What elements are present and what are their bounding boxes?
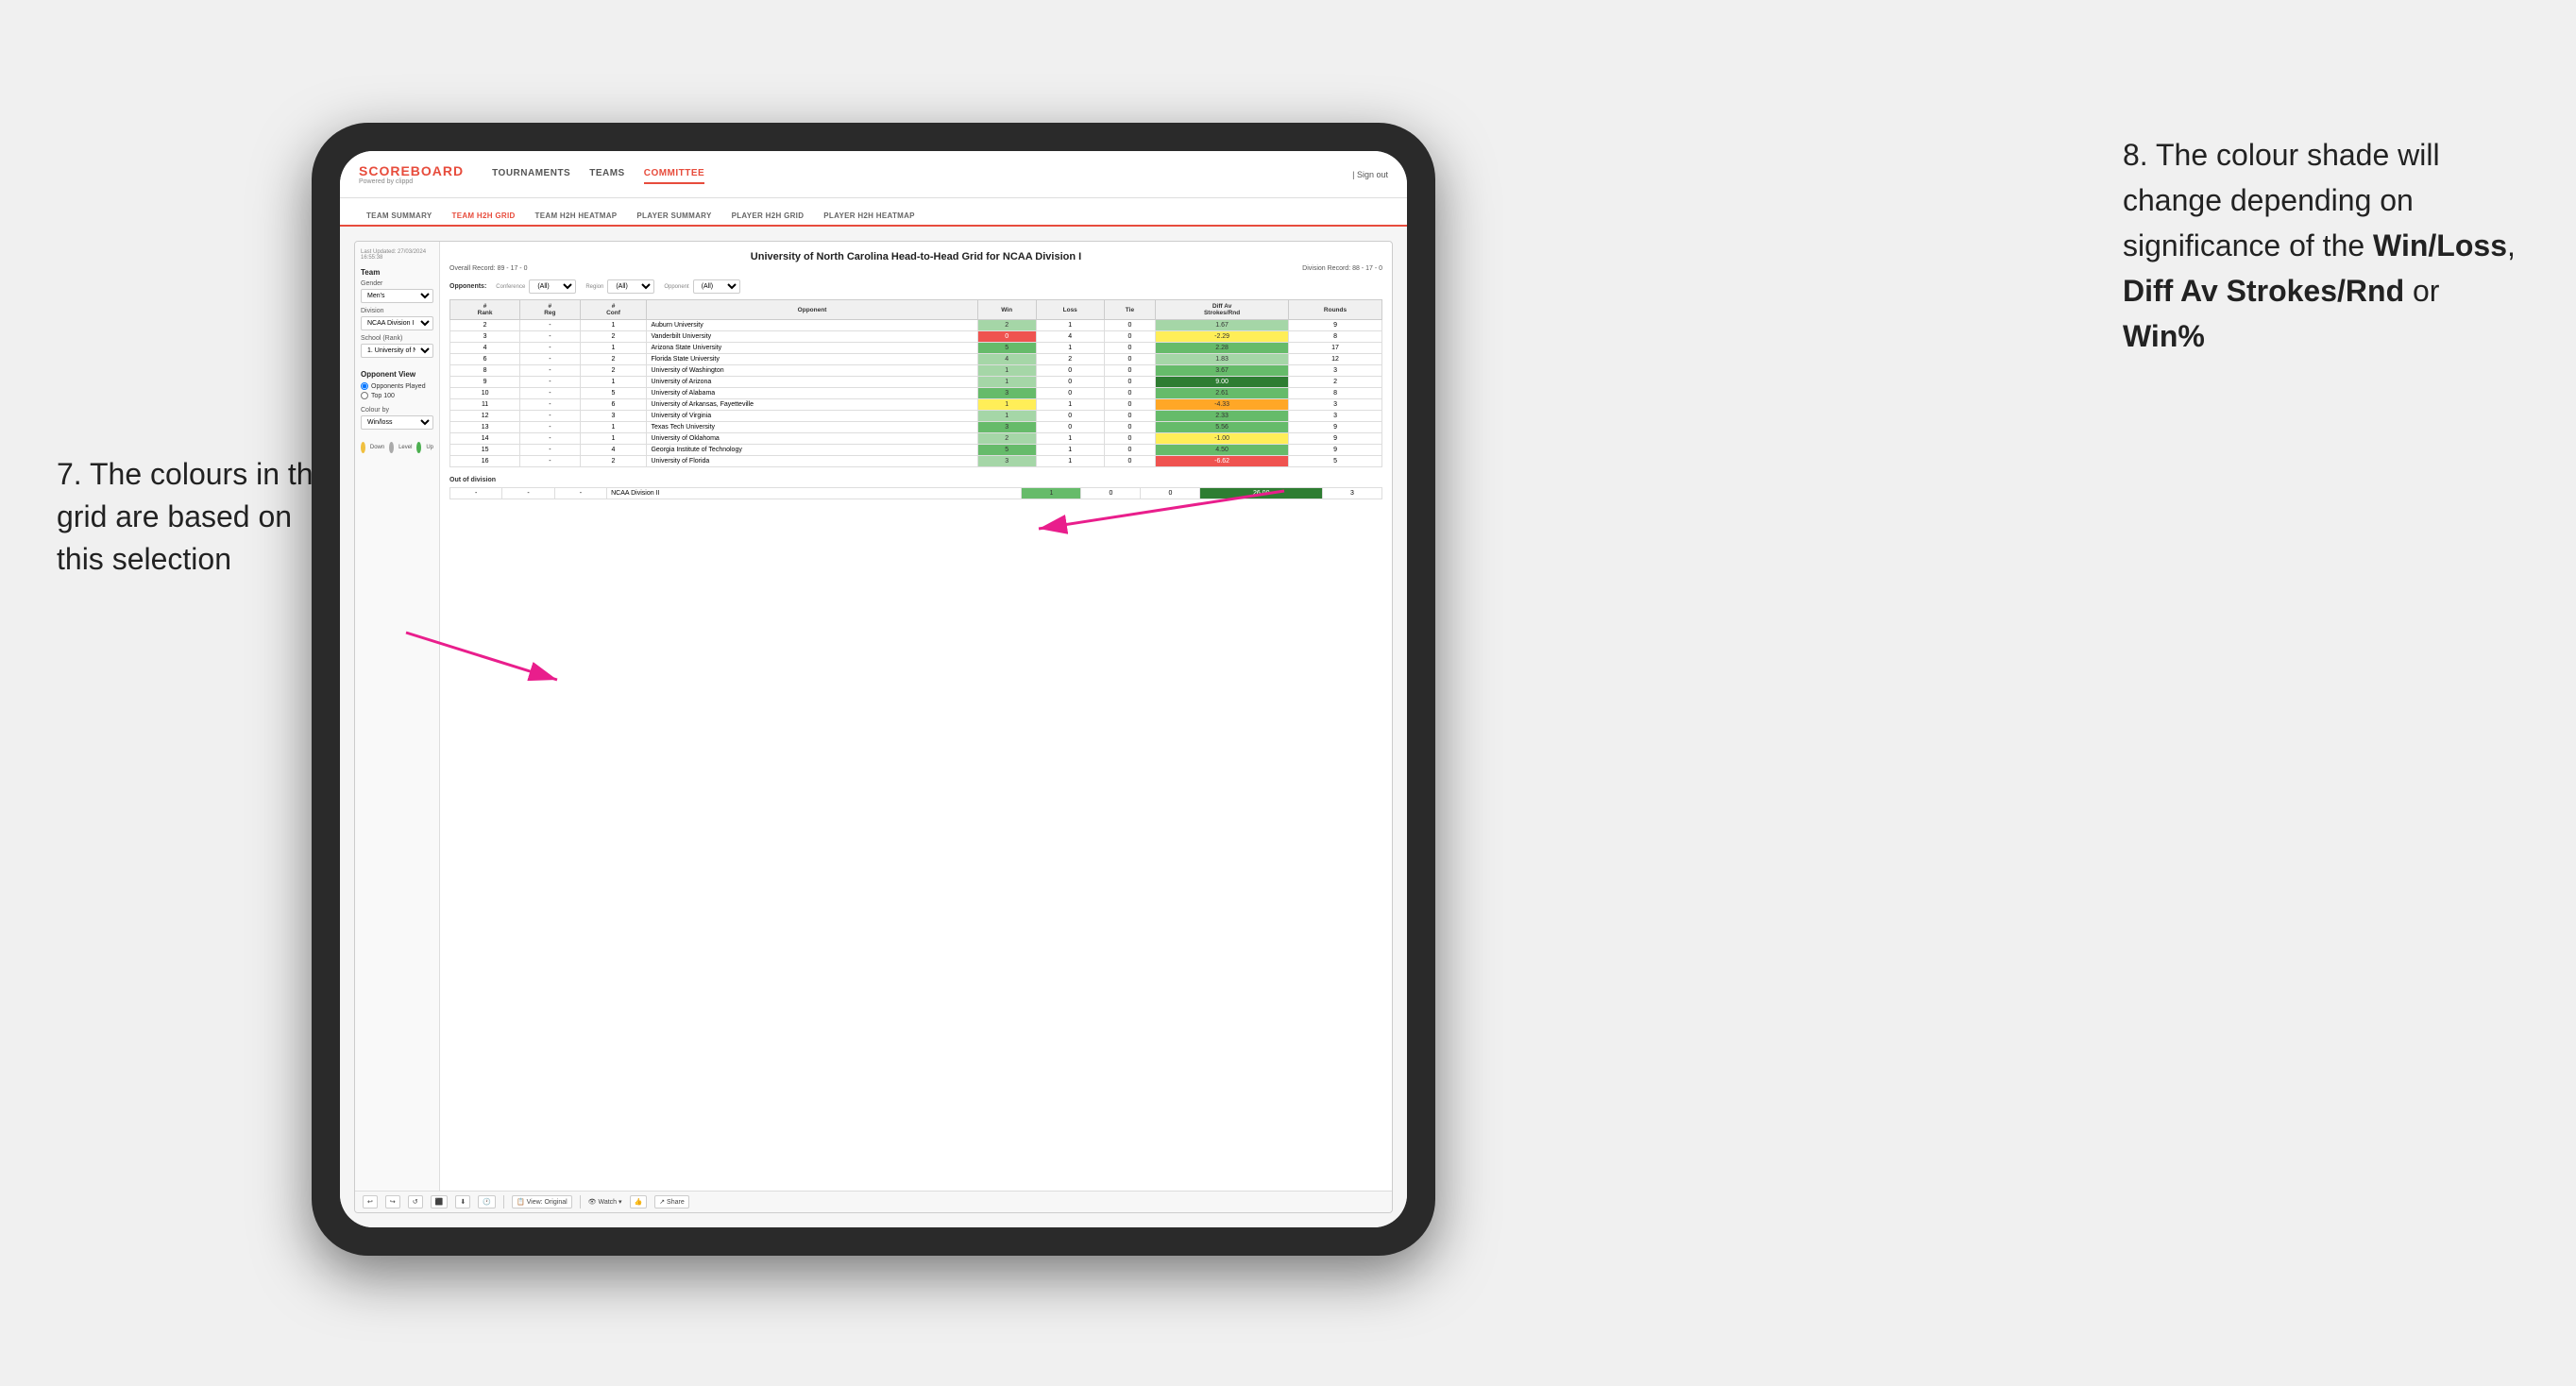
division-record: Division Record: 88 - 17 - 0 [1302, 265, 1382, 272]
table-row: 14-1University of Oklahoma210-1.009 [450, 433, 1382, 445]
gender-select[interactable]: Men's [361, 289, 433, 303]
main-content: Last Updated: 27/03/2024 16:55:38 Team G… [340, 227, 1407, 1227]
tablet-frame: SCOREBOARD Powered by clippd TOURNAMENTS… [312, 123, 1435, 1256]
table-row: 2-1Auburn University2101.679 [450, 320, 1382, 331]
toolbar-sep2 [580, 1195, 581, 1209]
reset-btn[interactable]: ↺ [408, 1195, 423, 1209]
tab-team-h2h-heatmap[interactable]: TEAM H2H HEATMAP [528, 207, 625, 227]
table-row: 8-2University of Washington1003.673 [450, 365, 1382, 377]
out-of-division-title: Out of division [449, 477, 1382, 483]
table-row: 6-2Florida State University4201.8312 [450, 354, 1382, 365]
view-original-btn[interactable]: 📋 View: Original [512, 1195, 572, 1209]
colour-dot-down [361, 442, 365, 453]
nav-items: TOURNAMENTS TEAMS COMMITTEE [492, 164, 1324, 184]
out-of-division-table: ---NCAA Division II10026.003 [449, 487, 1382, 499]
filter-opponent-select[interactable]: (All) [693, 279, 740, 294]
tab-team-h2h-grid[interactable]: TEAM H2H GRID [445, 207, 523, 227]
watch-btn[interactable]: 👁 Watch ▾ [588, 1198, 622, 1206]
division-select[interactable]: NCAA Division I [361, 316, 433, 330]
colour-by-label: Colour by [361, 407, 433, 414]
logo-text: SCOREBOARD [359, 163, 464, 178]
annotation-left: 7. The colours in the grid are based on … [57, 453, 340, 580]
table-row: 12-3University of Virginia1002.333 [450, 411, 1382, 422]
tab-team-summary[interactable]: TEAM SUMMARY [359, 207, 440, 227]
col-rounds: Rounds [1289, 300, 1382, 320]
grid-subtitle: Overall Record: 89 - 17 - 0 Division Rec… [449, 265, 1382, 272]
filter-region-group: Region (All) [585, 279, 654, 294]
col-loss: Loss [1036, 300, 1104, 320]
table-row: 9-1University of Arizona1009.002 [450, 377, 1382, 388]
table-row: 11-6University of Arkansas, Fayetteville… [450, 399, 1382, 411]
tab-player-h2h-grid[interactable]: PLAYER H2H GRID [724, 207, 812, 227]
opponent-view-label: Opponent View [361, 370, 433, 379]
filter-conference-select[interactable]: (All) [529, 279, 576, 294]
colour-legend: Down Level Up [361, 442, 433, 453]
col-win: Win [977, 300, 1036, 320]
table-row: 3-2Vanderbilt University040-2.298 [450, 331, 1382, 343]
share-btn[interactable]: ↗ Share [654, 1195, 689, 1209]
filter-conference-group: Conference (All) [496, 279, 576, 294]
tableau-inner: Last Updated: 27/03/2024 16:55:38 Team G… [355, 242, 1392, 1191]
nav-tournaments[interactable]: TOURNAMENTS [492, 164, 570, 184]
overall-record: Overall Record: 89 - 17 - 0 [449, 265, 527, 272]
radio-top100: Top 100 [361, 392, 433, 399]
table-row: 15-4Georgia Institute of Technology5104.… [450, 445, 1382, 456]
col-tie: Tie [1104, 300, 1155, 320]
col-rank: #Rank [450, 300, 520, 320]
thumbs-btn[interactable]: 👍 [630, 1195, 648, 1209]
out-of-division-row: ---NCAA Division II10026.003 [450, 488, 1382, 499]
tableau-container: Last Updated: 27/03/2024 16:55:38 Team G… [354, 241, 1393, 1213]
colour-dot-up [416, 442, 421, 453]
nav-teams[interactable]: TEAMS [589, 164, 625, 184]
grid-title: University of North Carolina Head-to-Hea… [449, 251, 1382, 262]
app-header: SCOREBOARD Powered by clippd TOURNAMENTS… [340, 151, 1407, 198]
out-of-division: Out of division ---NCAA Division II10026… [449, 477, 1382, 499]
table-row: 16-2University of Florida310-6.625 [450, 456, 1382, 467]
toolbar-sep1 [503, 1195, 504, 1209]
annotation-right: 8. The colour shade will change dependin… [2123, 132, 2519, 359]
clock-btn[interactable]: 🕐 [478, 1195, 496, 1209]
logo-area: SCOREBOARD Powered by clippd [359, 163, 464, 185]
sign-out-link[interactable]: | Sign out [1352, 170, 1388, 179]
last-updated: Last Updated: 27/03/2024 16:55:38 [361, 249, 433, 261]
radio-opponents-played: Opponents Played [361, 382, 433, 390]
tab-player-summary[interactable]: PLAYER SUMMARY [629, 207, 719, 227]
logo-sub: Powered by clippd [359, 178, 413, 185]
tableau-main: University of North Carolina Head-to-Hea… [440, 242, 1392, 1191]
filters-row: Opponents: Conference (All) Region [449, 279, 1382, 294]
division-label: Division [361, 308, 433, 314]
filter-opponents: Opponents: [449, 283, 486, 290]
table-row: 4-1Arizona State University5102.2817 [450, 343, 1382, 354]
table-row: 10-5University of Alabama3002.618 [450, 388, 1382, 399]
tablet-screen: SCOREBOARD Powered by clippd TOURNAMENTS… [340, 151, 1407, 1227]
data-table: #Rank #Reg #Conf Opponent Win Loss Tie D… [449, 299, 1382, 467]
school-label: School (Rank) [361, 335, 433, 342]
colour-dot-level [389, 442, 394, 453]
col-opponent: Opponent [647, 300, 977, 320]
filter-region-select[interactable]: (All) [607, 279, 654, 294]
tab-player-h2h-heatmap[interactable]: PLAYER H2H HEATMAP [816, 207, 923, 227]
gender-label: Gender [361, 280, 433, 287]
col-diff: Diff AvStrokes/Rnd [1156, 300, 1289, 320]
colour-by-select[interactable]: Win/loss [361, 415, 433, 430]
sub-nav: TEAM SUMMARY TEAM H2H GRID TEAM H2H HEAT… [340, 198, 1407, 227]
col-conf: #Conf [580, 300, 647, 320]
filter-opponent-group: Opponent (All) [664, 279, 739, 294]
nav-committee[interactable]: COMMITTEE [644, 164, 705, 184]
undo-btn[interactable]: ↩ [363, 1195, 378, 1209]
camera-btn[interactable]: ⬛ [431, 1195, 449, 1209]
school-select[interactable]: 1. University of Nort... [361, 344, 433, 358]
tableau-toolbar-bottom: ↩ ↪ ↺ ⬛ ⬇ 🕐 📋 View: Original 👁 Watch ▾ 👍… [355, 1191, 1392, 1212]
download-btn[interactable]: ⬇ [455, 1195, 470, 1209]
table-row: 13-1Texas Tech University3005.569 [450, 422, 1382, 433]
team-section-title: Team [361, 268, 433, 277]
redo-btn[interactable]: ↪ [385, 1195, 400, 1209]
col-reg: #Reg [520, 300, 580, 320]
tableau-sidebar: Last Updated: 27/03/2024 16:55:38 Team G… [355, 242, 440, 1191]
